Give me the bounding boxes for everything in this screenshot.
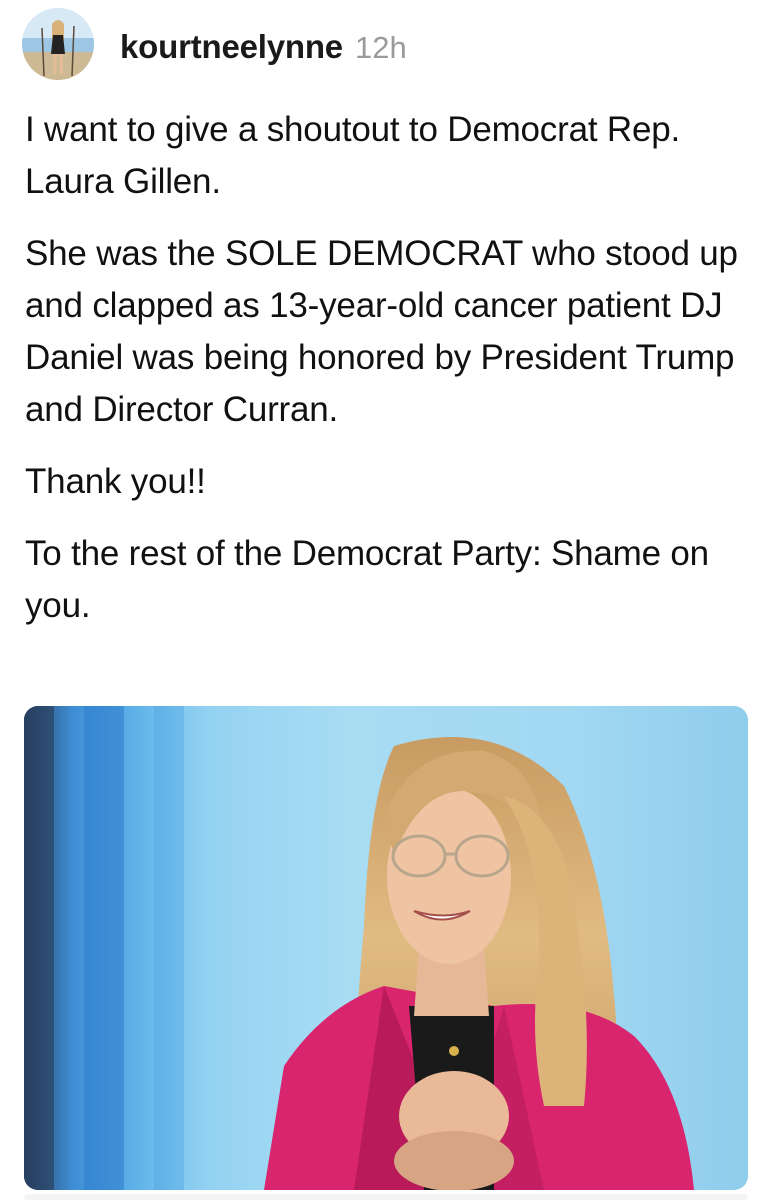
post: kourtneelynne 12h I want to give a shout…: [0, 0, 772, 1200]
post-image[interactable]: [24, 706, 748, 1190]
post-header: kourtneelynne 12h: [22, 8, 407, 80]
avatar[interactable]: [22, 8, 94, 80]
post-body: I want to give a shoutout to Democrat Re…: [25, 104, 755, 652]
post-paragraph: I want to give a shoutout to Democrat Re…: [25, 110, 681, 201]
timestamp: 12h: [354, 30, 407, 65]
woman-portrait-photo-icon: [24, 706, 694, 1190]
post-paragraph: Thank you!!: [25, 462, 206, 501]
post-paragraph: To the rest of the Democrat Party: Shame…: [25, 534, 709, 625]
username[interactable]: kourtneelynne: [120, 28, 343, 66]
avatar-photo-icon: [22, 8, 94, 80]
next-post-edge: [24, 1194, 748, 1200]
post-paragraph: She was the SOLE DEMOCRAT who stood up a…: [25, 234, 738, 429]
post-meta: kourtneelynne 12h: [120, 28, 407, 66]
